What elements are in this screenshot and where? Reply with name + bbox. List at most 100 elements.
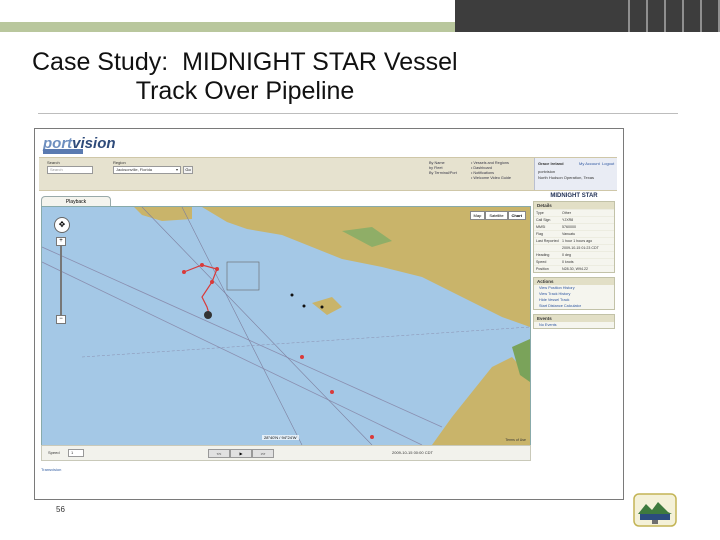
search-placeholder: Search [50, 167, 63, 172]
detail-key [534, 245, 562, 251]
slide-topbar-stripes [612, 0, 720, 32]
action-distance-calculator[interactable]: Start Distance Calculator [534, 303, 614, 309]
playback-time: 2009-10-15 00:00 CDT [392, 450, 433, 455]
vessel-sidebar: MIDNIGHT STAR Details Type Other Call Sig… [533, 191, 615, 333]
search-input[interactable]: Search [47, 166, 93, 174]
user-location: North Hudson Operation, Texas [538, 175, 594, 180]
footer-credit[interactable]: Transvision [41, 467, 61, 472]
speed-label: Speed [48, 450, 60, 455]
region-label: Region [113, 160, 126, 165]
portvision-app: portvision Search Search Region Jacksonv… [39, 131, 617, 493]
go-button[interactable]: Go [183, 166, 193, 174]
detail-value: 0 knots [562, 260, 574, 264]
slide-title-line1: Case Study: MIDNIGHT STAR Vessel [32, 48, 458, 76]
detail-key: MMSI [536, 225, 546, 229]
track-point [300, 355, 304, 359]
slide-title: Case Study: MIDNIGHT STAR Vessel Track O… [32, 48, 632, 106]
vessel-name: MIDNIGHT STAR [550, 193, 598, 199]
play-button[interactable]: ▶ [230, 449, 252, 458]
actions-panel: Actions View Position History View Track… [533, 277, 615, 310]
detail-key: Type [536, 211, 544, 215]
screenshot-frame: portvision Search Search Region Jacksonv… [34, 128, 624, 500]
actions-header[interactable]: Actions [534, 278, 614, 285]
buoy-marker [290, 293, 294, 297]
details-panel: Details Type Other Call Sign YJXR8 MMSI 576… [533, 201, 615, 273]
slide-title-line2: Track Over Pipeline [32, 77, 355, 105]
account-link[interactable]: My Account [579, 161, 600, 166]
region-value: Jacksonville, Florida [116, 167, 153, 172]
detail-row: MMSI 5760000 [534, 223, 614, 230]
map-type-chart[interactable]: Chart [507, 211, 526, 220]
track-point [200, 263, 204, 267]
detail-value: 5760000 [562, 225, 576, 229]
buoy-marker [320, 305, 324, 309]
logo-underline [43, 149, 83, 154]
events-item: No Events [539, 323, 557, 327]
detail-value: Vanuatu [562, 232, 576, 236]
user-box: Grace Ireland My Account Logout portvisi… [534, 158, 617, 190]
search-label: Search [47, 160, 60, 165]
zoom-out-button[interactable]: − [56, 315, 66, 324]
detail-value: 1 hour 1 hours ago [562, 239, 593, 243]
nautical-chart [42, 207, 530, 445]
track-point [370, 435, 374, 439]
events-panel: Events No Events [533, 314, 615, 329]
sort-links[interactable]: By Name by Fleet By Terminal/Port [429, 161, 457, 176]
detail-key: Heading [536, 253, 550, 257]
rewind-button[interactable]: << [208, 449, 230, 458]
detail-key: Position [536, 267, 549, 271]
speed-value: 1 [71, 450, 74, 455]
detail-value: 2009-10-15 01:23 CDT [562, 246, 599, 250]
region-select[interactable]: Jacksonville, Florida ▾ [113, 166, 181, 174]
shipping-lane-2 [42, 261, 423, 445]
detail-key: Last Reported [536, 239, 559, 243]
detail-row: Type Other [534, 209, 614, 216]
organization-logo [633, 493, 677, 527]
playback-bar: Speed 1 << ▶ >> 2009-10-15 00:00 CDT [41, 445, 531, 461]
safety-fairway [81, 326, 530, 358]
zoom-in-button[interactable]: + [56, 237, 66, 246]
detail-value: YJXR8 [562, 218, 574, 222]
map-coordinates: 28°40'N / 94°24'W [262, 435, 299, 440]
track-point [215, 267, 219, 271]
track-point [182, 270, 186, 274]
land-south [432, 357, 530, 445]
map-credit[interactable]: Terms of Use [505, 438, 526, 442]
detail-row: 2009-10-15 01:23 CDT [534, 244, 614, 251]
track-point [210, 280, 214, 284]
events-header[interactable]: Events [534, 315, 614, 322]
map-type-map[interactable]: Map [469, 211, 486, 220]
logout-link[interactable]: Logout [602, 161, 614, 166]
fast-forward-button[interactable]: >> [252, 449, 274, 458]
detail-row: Call Sign YJXR8 [534, 216, 614, 223]
map-type-buttons: Map Satellite Chart [469, 211, 526, 220]
app-header: Search Search Region Jacksonville, Flori… [39, 157, 617, 191]
detail-key: Call Sign [536, 218, 551, 222]
zoom-slider[interactable] [60, 237, 62, 317]
detail-row: Last Reported 1 hour 1 hours ago [534, 237, 614, 244]
map-type-satellite[interactable]: Satellite [485, 211, 508, 220]
detail-key: Flag [536, 232, 543, 236]
pipeline-line-2 [181, 207, 303, 445]
detail-value: 0 deg [562, 253, 571, 257]
map-view[interactable]: Map Satellite Chart ✥ + − 28°40'N / 94°2… [41, 206, 531, 446]
speed-select[interactable]: 1 [68, 449, 84, 457]
feature-links[interactable]: • Vessels and Regions • Dashboard • Noti… [471, 161, 511, 181]
detail-value: N28.30, W94.22 [562, 267, 588, 271]
detail-value: Other [562, 211, 571, 215]
user-account: portvision [538, 169, 556, 174]
track-point [330, 390, 334, 394]
restricted-area [226, 261, 260, 291]
island [312, 297, 342, 315]
detail-key: Speed [536, 260, 547, 264]
vessel-track [183, 264, 218, 318]
land-north [202, 207, 530, 327]
chevron-down-icon: ▾ [175, 167, 178, 172]
detail-row: Position N28.30, W94.22 [534, 265, 614, 272]
details-header[interactable]: Details [534, 202, 614, 209]
detail-row: Flag Vanuatu [534, 230, 614, 237]
page-number: 56 [56, 505, 65, 514]
pan-control-icon[interactable]: ✥ [54, 217, 70, 233]
title-rule [38, 113, 678, 114]
vessel-position-marker [204, 311, 212, 319]
